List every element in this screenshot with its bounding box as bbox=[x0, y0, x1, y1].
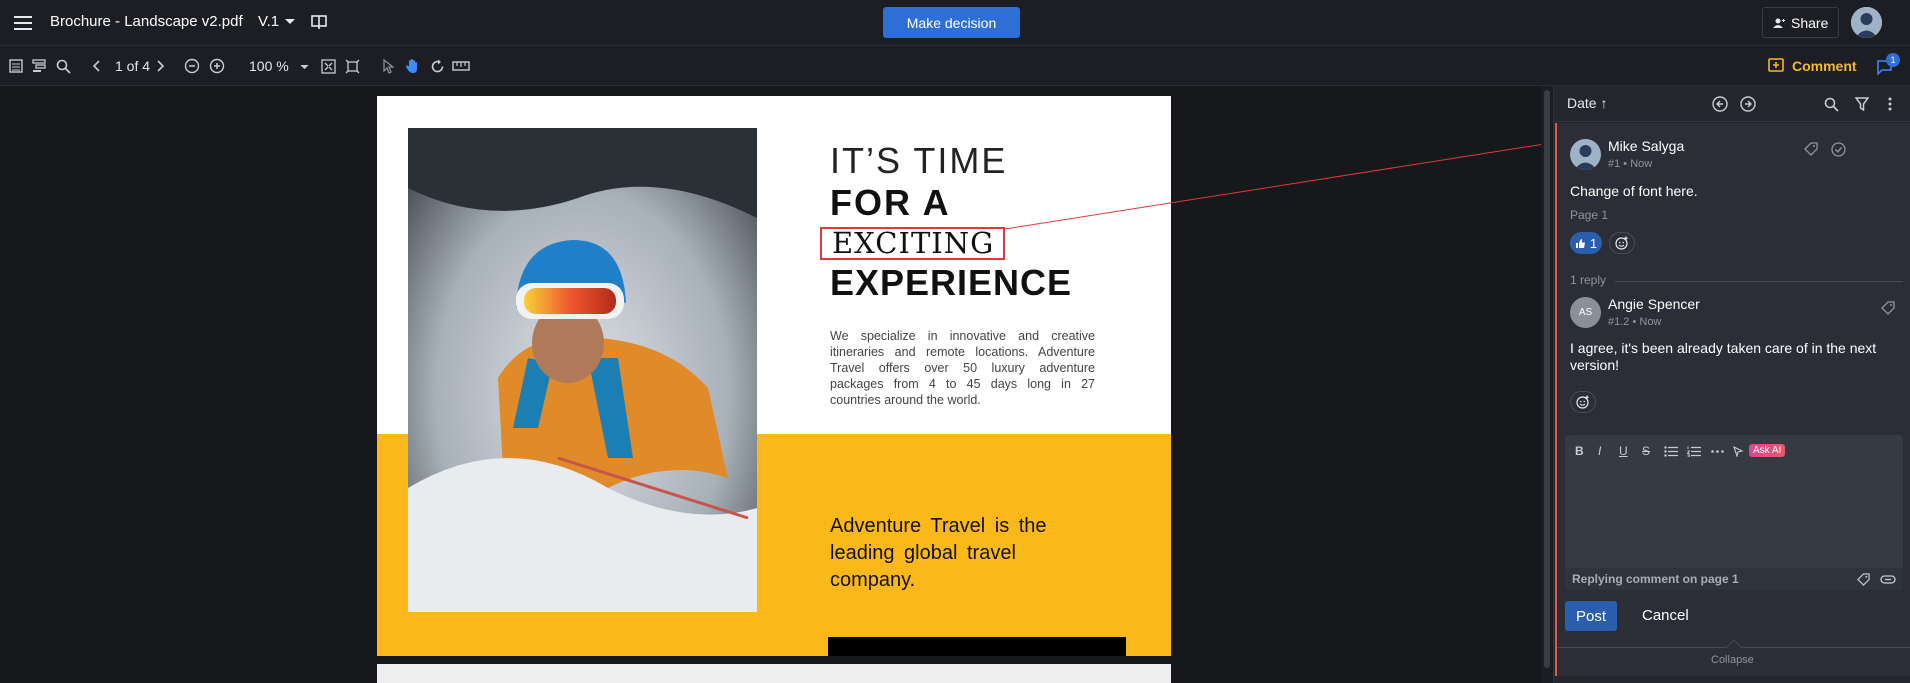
more-options-icon[interactable] bbox=[1884, 95, 1896, 113]
replies-count: 1 reply bbox=[1570, 273, 1607, 287]
like-reaction[interactable]: 1 bbox=[1570, 232, 1602, 254]
editor-footer: Replying comment on page 1 bbox=[1565, 568, 1903, 590]
reply-add-reaction-button[interactable] bbox=[1570, 391, 1596, 413]
more-formatting-icon[interactable] bbox=[1709, 444, 1725, 458]
ask-ai-button[interactable]: Ask AI bbox=[1749, 444, 1786, 457]
tag-icon[interactable] bbox=[1802, 140, 1820, 158]
like-count: 1 bbox=[1589, 235, 1598, 251]
reply-author-name: Angie Spencer bbox=[1608, 296, 1700, 312]
attachment-icon[interactable] bbox=[1879, 571, 1897, 587]
bold-button[interactable]: B bbox=[1575, 444, 1584, 458]
next-comment-icon[interactable] bbox=[1739, 95, 1757, 113]
replies-divider bbox=[1615, 281, 1903, 282]
editor-tag-icon[interactable] bbox=[1855, 571, 1871, 587]
sort-by-date[interactable]: Date ↑ bbox=[1567, 95, 1607, 111]
emoji-add-icon bbox=[1576, 395, 1589, 409]
search-comments-icon[interactable] bbox=[1822, 95, 1840, 113]
reply-tag-icon[interactable] bbox=[1879, 299, 1897, 317]
reply-input[interactable] bbox=[1571, 465, 1897, 565]
reply-author-initials: AS bbox=[1578, 307, 1593, 318]
reply-editor[interactable]: B I U S Ask AI Replying comment on page … bbox=[1565, 435, 1903, 590]
filter-icon[interactable] bbox=[1853, 95, 1871, 113]
post-button[interactable]: Post bbox=[1565, 601, 1617, 631]
bullet-list-icon[interactable] bbox=[1663, 444, 1679, 458]
reply-author-avatar: AS bbox=[1570, 297, 1601, 328]
reply-text: I agree, it's been already taken care of… bbox=[1570, 340, 1877, 373]
cancel-button[interactable]: Cancel bbox=[1642, 607, 1689, 624]
viewer-scrollbar[interactable] bbox=[1541, 86, 1553, 683]
comment-page-link[interactable]: Page 1 bbox=[1570, 208, 1608, 222]
comment-text: Change of font here. bbox=[1570, 183, 1698, 199]
ai-sparkle-icon[interactable] bbox=[1731, 444, 1745, 458]
collapse-button[interactable]: Collapse bbox=[1711, 654, 1754, 666]
thumbs-up-icon bbox=[1575, 238, 1585, 248]
comment-author-name: Mike Salyga bbox=[1608, 138, 1685, 154]
reply-meta: #1.2 • Now bbox=[1608, 316, 1662, 328]
resolve-icon[interactable] bbox=[1829, 140, 1847, 158]
prev-comment-icon[interactable] bbox=[1711, 95, 1729, 113]
collapse-caret-icon bbox=[1726, 640, 1742, 648]
comment-author-avatar bbox=[1570, 139, 1601, 170]
underline-button[interactable]: U bbox=[1619, 444, 1628, 458]
comment-meta: #1 • Now bbox=[1608, 158, 1653, 170]
strikethrough-button[interactable]: S bbox=[1642, 444, 1650, 458]
emoji-add-icon bbox=[1615, 236, 1628, 250]
numbered-list-icon[interactable] bbox=[1686, 444, 1702, 458]
italic-button[interactable]: I bbox=[1598, 444, 1601, 458]
replying-label: Replying comment on page 1 bbox=[1572, 572, 1739, 586]
comment-thread[interactable]: Mike Salyga #1 • Now Change of font here… bbox=[1555, 123, 1910, 676]
comments-panel-header: Date ↑ bbox=[1554, 86, 1910, 122]
add-reaction-button[interactable] bbox=[1609, 232, 1635, 254]
